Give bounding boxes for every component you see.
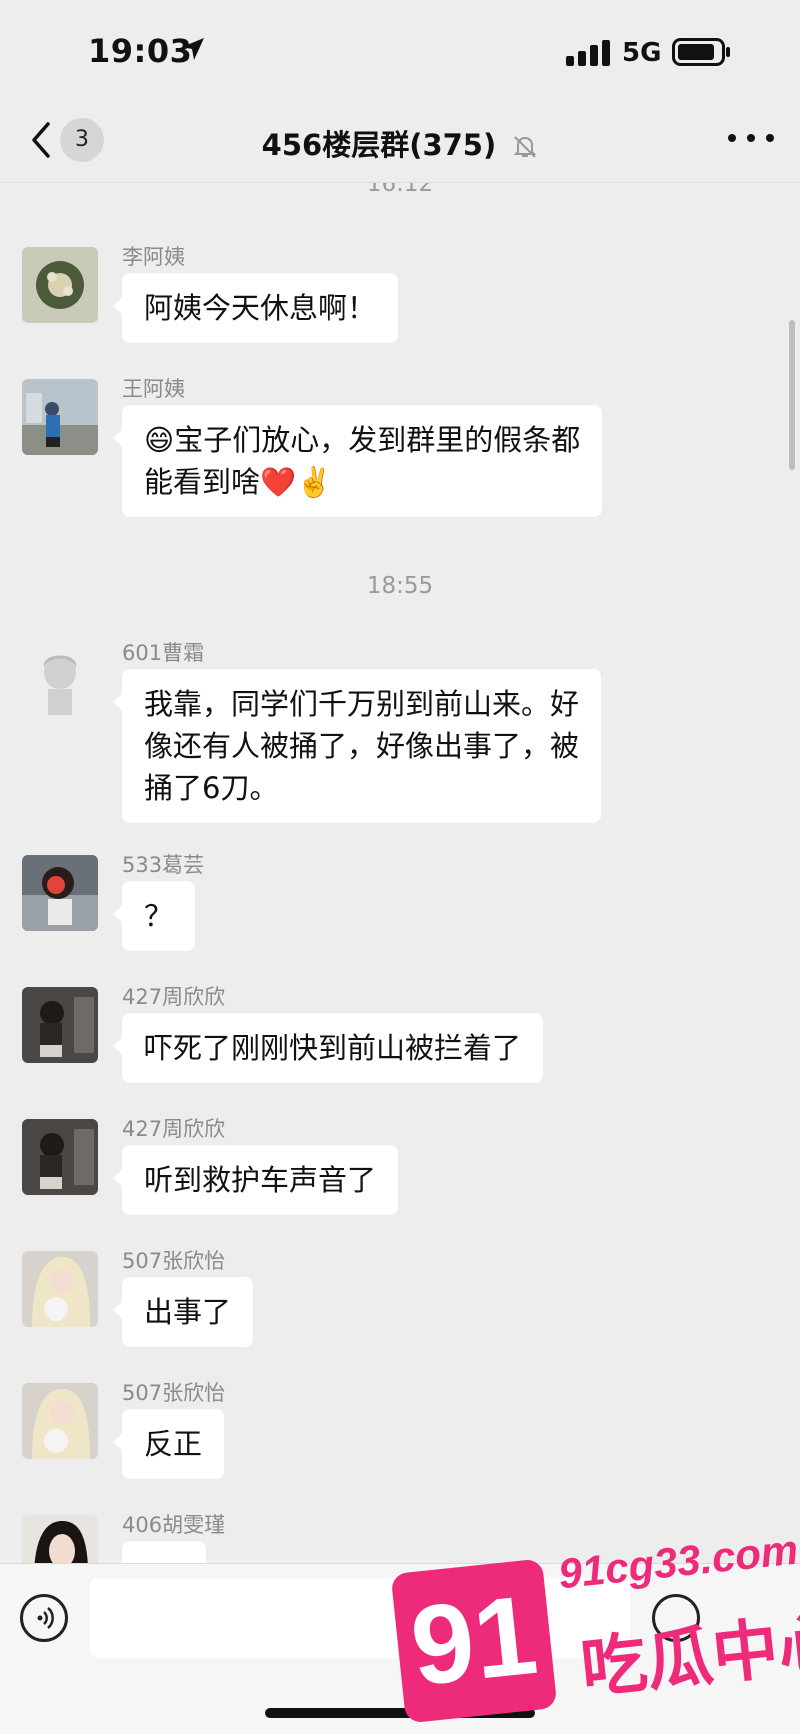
scrollbar[interactable] <box>789 320 795 470</box>
watermark-url: 91cg33.com <box>556 1525 800 1598</box>
status-bar: 19:03 5G <box>0 0 800 100</box>
message-bubble[interactable]: 阿姨今天休息啊！ <box>112 273 399 343</box>
message-text: 像还有人被捅了，好像出事了，被 <box>144 729 580 763</box>
sender-name: 601曹霜 <box>122 641 205 665</box>
message-text: 能看到啥❤️✌️ <box>144 465 333 499</box>
avatar[interactable] <box>22 1383 98 1459</box>
network-type: 5G <box>622 38 662 68</box>
avatar[interactable] <box>22 247 98 323</box>
message-text: 捅了6刀。 <box>144 771 279 805</box>
group-title: 456楼层群(375) <box>261 128 497 162</box>
message-text: 😄宝子们放心，发到群里的假条都 <box>144 423 581 457</box>
avatar[interactable] <box>22 379 98 455</box>
avatar[interactable] <box>22 643 98 719</box>
sender-name: 533葛芸 <box>122 853 205 877</box>
watermark: 91 91cg33.com 吃瓜中心 <box>390 1518 800 1733</box>
avatar[interactable] <box>22 855 98 931</box>
sender-name: 406胡雯瑾 <box>122 1513 226 1537</box>
avatar[interactable] <box>22 1251 98 1327</box>
sender-name: 427周欣欣 <box>122 985 226 1009</box>
message-bubble[interactable] <box>122 1541 206 1563</box>
battery-icon <box>672 38 730 66</box>
chat-header: 3 456楼层群(375) <box>0 100 800 183</box>
chat-message-list[interactable]: 16:12 李阿姨 阿姨今天休息啊！ 王阿姨 😄宝子们放心，发到群里的假条都 能… <box>0 183 800 1563</box>
timestamp: 16:12 <box>366 183 434 197</box>
location-arrow-icon <box>182 38 204 60</box>
message-text: 出事了 <box>144 1295 232 1329</box>
sender-name: 427周欣欣 <box>122 1117 226 1141</box>
message-text: 吓死了刚刚快到前山被拦着了 <box>144 1031 522 1065</box>
avatar[interactable] <box>22 1515 98 1563</box>
status-time: 19:03 <box>88 32 193 70</box>
message-text: 我靠，同学们千万别到前山来。好 <box>144 687 580 721</box>
avatar[interactable] <box>22 987 98 1063</box>
group-title-row: 456楼层群(375) <box>0 122 800 164</box>
message-bubble[interactable]: 我靠，同学们千万别到前山来。好 像还有人被捅了，好像出事了，被 捅了6刀。 <box>112 669 602 823</box>
voice-input-button[interactable] <box>20 1594 68 1642</box>
timestamp: 18:55 <box>366 573 434 599</box>
more-options-icon[interactable] <box>724 128 778 148</box>
sender-name: 李阿姨 <box>122 245 185 269</box>
muted-bell-icon <box>513 136 537 158</box>
message-text: 反正 <box>144 1427 203 1461</box>
cellular-signal-icon <box>566 40 610 66</box>
sender-name: 507张欣怡 <box>122 1381 226 1405</box>
message-text: 阿姨今天休息啊！ <box>144 291 377 325</box>
watermark-name: 吃瓜中心 <box>577 1603 800 1708</box>
watermark-logo: 91 <box>390 1558 558 1724</box>
sender-name: 507张欣怡 <box>122 1249 226 1273</box>
message-bubble[interactable]: 出事了 <box>112 1277 254 1347</box>
message-text: ？ <box>144 899 174 933</box>
message-bubble[interactable]: 😄宝子们放心，发到群里的假条都 能看到啥❤️✌️ <box>112 405 603 517</box>
message-text: 听到救护车声音了 <box>144 1163 377 1197</box>
message-bubble[interactable]: ？ <box>112 881 196 951</box>
avatar[interactable] <box>22 1119 98 1195</box>
message-bubble[interactable]: 吓死了刚刚快到前山被拦着了 <box>112 1013 544 1083</box>
sender-name: 王阿姨 <box>122 377 185 401</box>
message-bubble[interactable]: 反正 <box>112 1409 225 1479</box>
voice-icon <box>37 1607 54 1629</box>
message-bubble[interactable]: 听到救护车声音了 <box>112 1145 399 1215</box>
